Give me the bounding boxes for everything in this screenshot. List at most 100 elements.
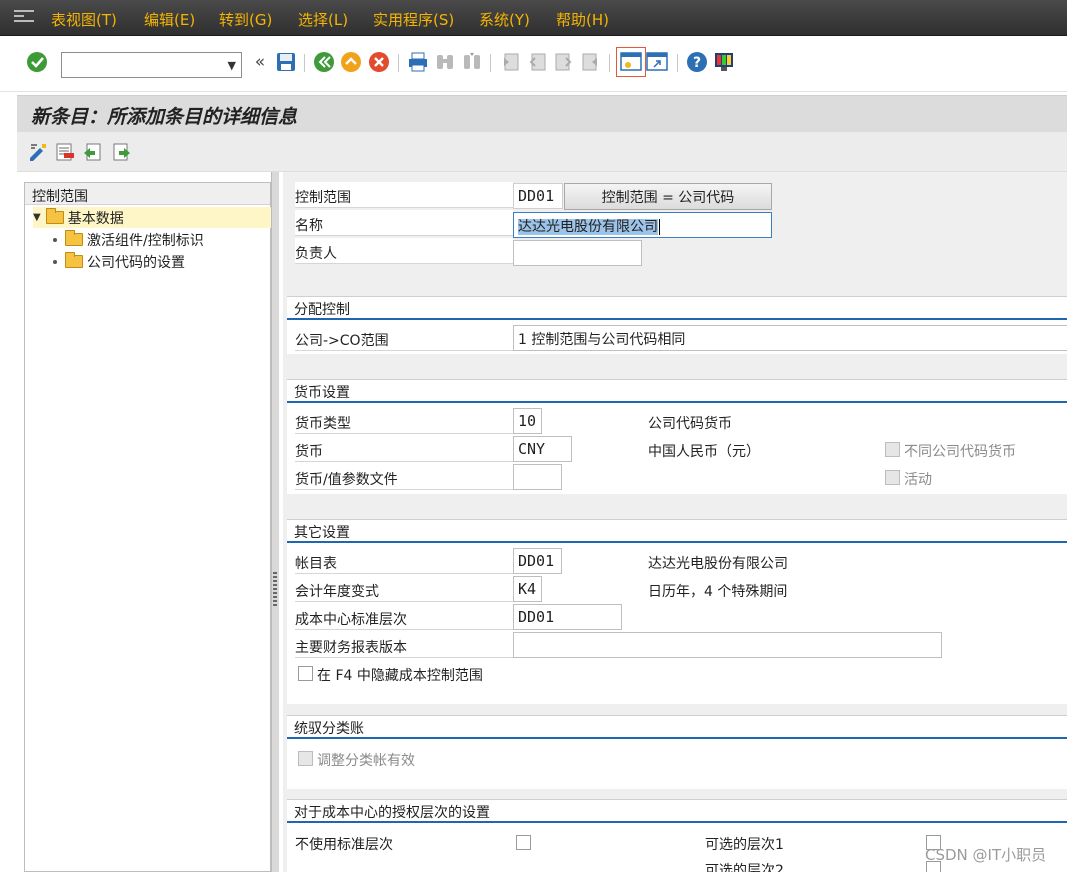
tree-node-basic-data[interactable]: ▼ 基本数据 <box>33 207 271 228</box>
watermark: CSDN @IT小职员 <box>925 846 1047 864</box>
reconciliation-ledger-active-checkbox[interactable] <box>298 751 313 766</box>
bullet-icon <box>53 259 57 264</box>
back-icon[interactable] <box>313 51 335 73</box>
assignment-control-section: 分配控制 公司->CO范围 1 控制范围与公司代码相同 <box>287 296 1067 354</box>
different-company-code-currency-checkbox[interactable] <box>885 442 900 457</box>
controlling-area-label: 控制范围 <box>295 182 513 208</box>
hide-in-f4-label: 在 F4 中隐藏成本控制范围 <box>317 668 483 684</box>
generate-shortcut-icon[interactable] <box>646 51 668 73</box>
controlling-area-equals-company-code-button[interactable]: 控制范围 = 公司代码 <box>564 183 772 210</box>
fiscal-year-variant-input[interactable]: K4 <box>513 576 542 602</box>
cancel-icon[interactable] <box>368 51 390 73</box>
section-title: 其它设置 <box>294 525 350 541</box>
controlling-area-field: DD01 <box>513 183 563 209</box>
menu-system[interactable]: 系统(Y) <box>479 9 530 30</box>
title-bar: 新条目：所添加条目的详细信息 <box>17 95 1067 132</box>
header-block: 控制范围 DD01 控制范围 = 公司代码 名称 达达光电股份有限公司 负责人 <box>287 182 1067 266</box>
active-checkbox[interactable] <box>885 470 900 485</box>
standard-hierarchy-label: 成本中心标准层次 <box>295 604 513 630</box>
company-co-label: 公司->CO范围 <box>295 325 513 351</box>
section-title: 货币设置 <box>294 385 350 401</box>
find-next-icon[interactable] <box>461 51 483 73</box>
open-folder-icon <box>45 208 64 224</box>
next-entry-icon[interactable] <box>112 142 132 162</box>
system-menu-icon[interactable] <box>14 10 34 22</box>
section-title: 对于成本中心的授权层次的设置 <box>294 805 490 821</box>
application-toolbar <box>17 132 1067 172</box>
chart-of-accounts-label: 帐目表 <box>295 548 513 574</box>
tree-node-label: 激活组件/控制标识 <box>87 232 204 249</box>
currency-label: 货币 <box>295 436 513 462</box>
change-display-icon[interactable] <box>28 142 48 162</box>
tree-node-label: 基本数据 <box>67 210 124 227</box>
financial-statement-version-input[interactable] <box>513 632 942 658</box>
menu-edit[interactable]: 编辑(E) <box>144 9 195 30</box>
previous-page-icon[interactable] <box>526 51 548 73</box>
save-icon[interactable] <box>275 51 297 73</box>
currency-type-input[interactable]: 10 <box>513 408 542 434</box>
menu-selection[interactable]: 选择(L) <box>298 9 348 30</box>
currency-type-description: 公司代码货币 <box>648 416 732 432</box>
hide-in-f4-checkbox[interactable] <box>298 666 313 681</box>
currency-input[interactable]: CNY <box>513 436 572 462</box>
currency-profile-label: 货币/值参数文件 <box>295 464 513 490</box>
other-settings-section: 其它设置 帐目表 DD01 达达光电股份有限公司 会计年度变式 K4 日历年，4… <box>287 519 1067 704</box>
last-page-icon[interactable] <box>580 51 602 73</box>
chart-of-accounts-input[interactable]: DD01 <box>513 548 562 574</box>
currency-description: 中国人民币（元） <box>648 444 760 460</box>
alternative-hierarchy-2-label: 可选的层次2 <box>705 863 784 872</box>
person-responsible-input[interactable] <box>513 240 642 266</box>
command-field[interactable]: ▼ <box>61 52 242 78</box>
print-icon[interactable] <box>407 51 429 73</box>
person-responsible-label: 负责人 <box>295 238 513 264</box>
name-label: 名称 <box>295 210 513 236</box>
menu-table-view[interactable]: 表视图(T) <box>51 9 117 30</box>
menu-goto[interactable]: 转到(G) <box>219 9 272 30</box>
first-page-icon[interactable] <box>499 51 521 73</box>
currency-profile-input[interactable] <box>513 464 562 490</box>
help-icon[interactable]: ? <box>686 51 708 73</box>
bullet-icon <box>53 237 57 242</box>
exit-icon[interactable] <box>340 51 362 73</box>
name-input-value: 达达光电股份有限公司 <box>518 219 658 235</box>
create-session-icon[interactable] <box>616 47 646 77</box>
pane-splitter[interactable] <box>271 172 279 872</box>
tree-node-label: 公司代码的设置 <box>87 254 185 271</box>
svg-text:?: ? <box>693 55 701 71</box>
layout-menu-icon[interactable] <box>713 51 735 73</box>
check-icon[interactable] <box>26 51 48 73</box>
fiscal-year-variant-description: 日历年，4 个特殊期间 <box>648 584 788 600</box>
section-title: 统驭分类账 <box>294 721 364 737</box>
company-co-dropdown[interactable]: 1 控制范围与公司代码相同 <box>513 325 1067 351</box>
chevron-down-icon[interactable]: ▼ <box>33 212 41 223</box>
menu-utilities[interactable]: 实用程序(S) <box>373 9 454 30</box>
section-title: 分配控制 <box>294 302 350 318</box>
delete-entry-icon[interactable] <box>55 142 75 162</box>
detail-form: 控制范围 DD01 控制范围 = 公司代码 名称 达达光电股份有限公司 负责人 … <box>283 172 1067 872</box>
standard-toolbar: ▼ « ? <box>0 36 1067 92</box>
reconciliation-ledger-active-label: 调整分类帐有效 <box>317 753 415 769</box>
tree-node-company-code-assignment[interactable]: 公司代码的设置 <box>53 251 185 272</box>
page-title: 新条目：所添加条目的详细信息 <box>31 106 298 128</box>
find-icon[interactable] <box>434 51 456 73</box>
no-standard-hierarchy-label: 不使用标准层次 <box>295 837 393 853</box>
back-double-chevron-icon[interactable]: « <box>249 51 271 73</box>
no-standard-hierarchy-checkbox[interactable] <box>516 835 531 850</box>
next-page-icon[interactable] <box>553 51 575 73</box>
fiscal-year-variant-label: 会计年度变式 <box>295 576 513 602</box>
active-label: 活动 <box>904 472 932 488</box>
tree-node-activate-components[interactable]: 激活组件/控制标识 <box>53 229 204 250</box>
chart-of-accounts-description: 达达光电股份有限公司 <box>648 556 788 572</box>
currency-settings-section: 货币设置 货币类型 10 公司代码货币 货币 CNY 中国人民币（元） 不同公司… <box>287 379 1067 494</box>
different-company-code-currency-label: 不同公司代码货币 <box>904 444 1016 460</box>
chevron-down-icon[interactable]: ▼ <box>228 59 236 72</box>
name-input[interactable]: 达达光电股份有限公司 <box>513 212 772 238</box>
splitter-grip[interactable] <box>273 572 277 608</box>
standard-hierarchy-input[interactable]: DD01 <box>513 604 622 630</box>
reconciliation-ledger-section: 统驭分类账 调整分类帐有效 <box>287 715 1067 789</box>
dialog-structure-tree: 控制范围 ▼ 基本数据 激活组件/控制标识 公司代码的设置 <box>24 182 271 872</box>
menu-help[interactable]: 帮助(H) <box>556 9 609 30</box>
alternative-hierarchy-1-label: 可选的层次1 <box>705 837 784 853</box>
previous-entry-icon[interactable] <box>82 142 102 162</box>
financial-statement-version-label: 主要财务报表版本 <box>295 632 513 658</box>
